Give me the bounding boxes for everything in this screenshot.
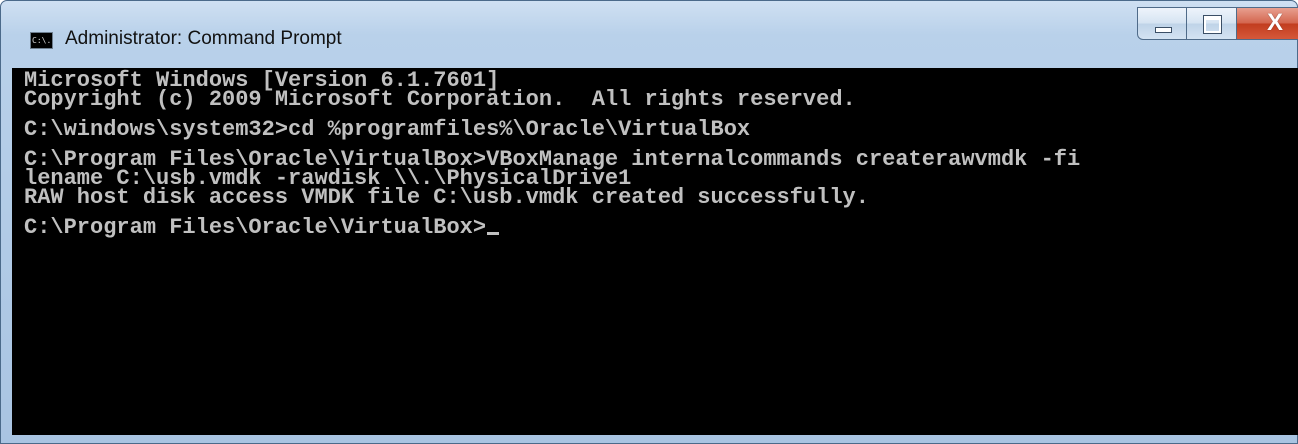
maximize-icon [1203,15,1222,34]
maximize-button[interactable] [1187,7,1237,40]
console-prompt: C:\Program Files\Oracle\VirtualBox> [24,215,487,240]
close-icon: X [1267,9,1284,36]
console-output[interactable]: Microsoft Windows [Version 6.1.7601] Cop… [12,68,1298,435]
close-button[interactable]: X [1237,7,1298,40]
text-cursor [487,232,500,235]
console-line: RAW host disk access VMDK file C:\usb.vm… [24,185,869,210]
cmd-icon[interactable]: C:\. [30,32,53,49]
minimize-button[interactable] [1137,7,1187,40]
title-bar[interactable]: C:\. Administrator: Command Prompt X [1,1,1298,71]
console-line: C:\windows\system32>cd %programfiles%\Or… [24,117,751,142]
window-title: Administrator: Command Prompt [65,28,342,49]
console-line: Copyright (c) 2009 Microsoft Corporation… [24,87,856,112]
console-prompt-line: C:\Program Files\Oracle\VirtualBox> [24,215,1298,240]
minimize-icon [1155,27,1172,33]
caption-buttons: X [1137,7,1298,40]
command-prompt-window: C:\. Administrator: Command Prompt X Mic… [0,0,1298,444]
